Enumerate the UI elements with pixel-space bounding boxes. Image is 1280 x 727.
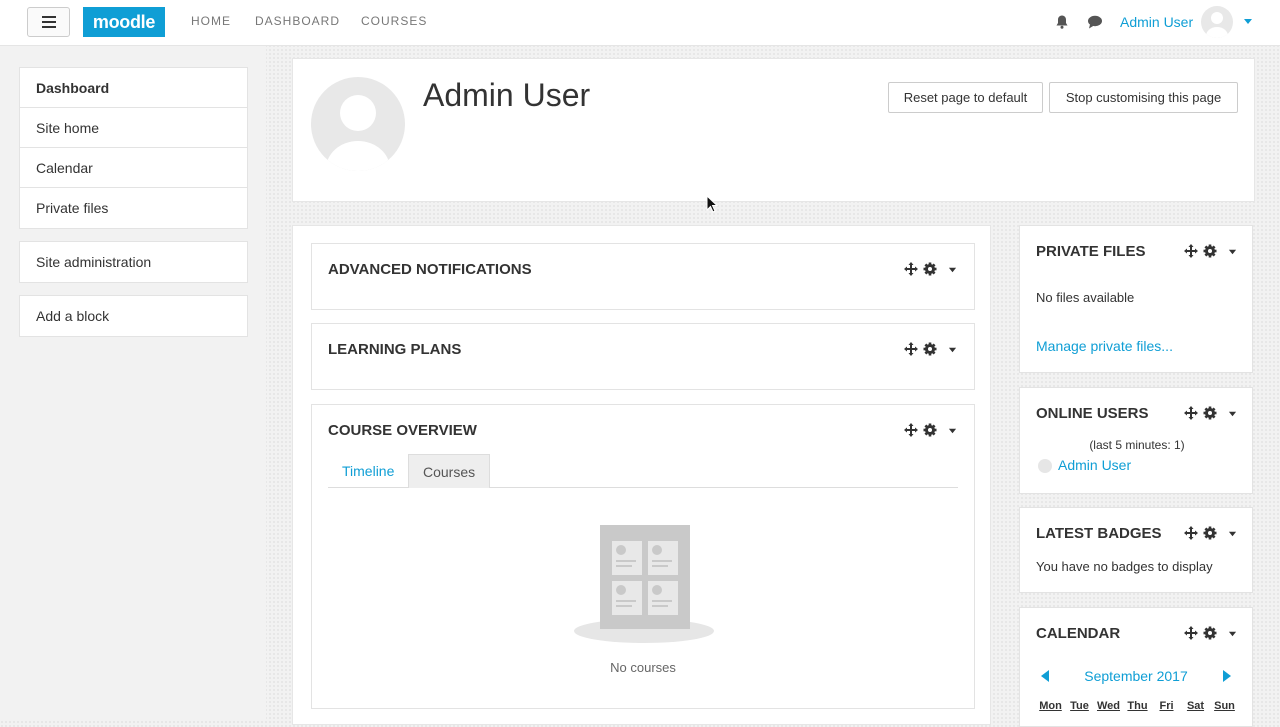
mouse-cursor-icon bbox=[706, 195, 718, 213]
learning-plans-block: LEARNING PLANS bbox=[311, 323, 975, 390]
nav-dashboard-link[interactable]: DASHBOARD bbox=[255, 14, 340, 28]
chevron-down-icon[interactable] bbox=[948, 345, 957, 354]
gear-icon[interactable] bbox=[1203, 626, 1217, 640]
gear-icon[interactable] bbox=[1203, 406, 1217, 420]
no-courses-illustration bbox=[574, 525, 714, 643]
weekday-label: Sun bbox=[1214, 700, 1235, 712]
sidebar-item-dashboard[interactable]: Dashboard bbox=[20, 68, 247, 108]
profile-avatar bbox=[311, 77, 405, 171]
sidebar-item-private-files[interactable]: Private files bbox=[20, 188, 247, 228]
course-overview-tabs: Timeline Courses bbox=[328, 454, 958, 488]
nav-courses-link[interactable]: COURSES bbox=[361, 14, 427, 28]
calendar-month-label[interactable]: September 2017 bbox=[1036, 668, 1236, 684]
nav-home-link[interactable]: HOME bbox=[191, 14, 231, 28]
reset-page-button[interactable]: Reset page to default bbox=[888, 82, 1043, 113]
no-badges-text: You have no badges to display bbox=[1036, 559, 1213, 574]
user-menu-name[interactable]: Admin User bbox=[1120, 14, 1193, 30]
nav-drawer: Dashboard Site home Calendar Private fil… bbox=[0, 46, 266, 720]
drawer-toggle-button[interactable] bbox=[27, 7, 70, 37]
sidebar-item-site-administration[interactable]: Site administration bbox=[20, 242, 247, 282]
move-icon[interactable] bbox=[904, 262, 918, 276]
page-title: Admin User bbox=[423, 77, 591, 113]
gear-icon[interactable] bbox=[1203, 526, 1217, 540]
gear-icon[interactable] bbox=[1203, 244, 1217, 258]
gear-icon[interactable] bbox=[923, 262, 937, 276]
gear-icon[interactable] bbox=[923, 423, 937, 437]
weekday-label: Fri bbox=[1159, 700, 1174, 712]
weekday-label: Tue bbox=[1070, 700, 1089, 712]
weekday-label: Sat bbox=[1186, 700, 1205, 712]
sidebar-item-calendar[interactable]: Calendar bbox=[20, 148, 247, 188]
tab-courses[interactable]: Courses bbox=[408, 454, 491, 488]
move-icon[interactable] bbox=[1184, 406, 1198, 420]
chevron-down-icon[interactable] bbox=[1228, 409, 1237, 418]
move-icon[interactable] bbox=[904, 423, 918, 437]
stop-customising-button[interactable]: Stop customising this page bbox=[1049, 82, 1238, 113]
advanced-notifications-block: ADVANCED NOTIFICATIONS bbox=[311, 243, 975, 310]
weekday-label: Wed bbox=[1096, 700, 1121, 712]
main-block-region: ADVANCED NOTIFICATIONS LEARNING PLANS CO… bbox=[292, 225, 991, 725]
block-controls bbox=[904, 262, 957, 276]
private-files-block: PRIVATE FILES No files available Manage … bbox=[1019, 225, 1253, 373]
drawer-main-group: Dashboard Site home Calendar Private fil… bbox=[19, 67, 248, 229]
calendar-block: CALENDAR September 2017 Mon Tue Wed Thu … bbox=[1019, 607, 1253, 727]
calendar-month-nav: September 2017 bbox=[1036, 668, 1236, 686]
block-title: ONLINE USERS bbox=[1036, 405, 1149, 422]
block-controls bbox=[904, 423, 957, 437]
user-placeholder-icon bbox=[326, 95, 390, 171]
weekday-label: Mon bbox=[1039, 700, 1062, 712]
chevron-down-icon[interactable] bbox=[1228, 629, 1237, 638]
chevron-down-icon[interactable] bbox=[948, 426, 957, 435]
move-icon[interactable] bbox=[1184, 244, 1198, 258]
no-files-text: No files available bbox=[1036, 290, 1135, 305]
bell-icon[interactable] bbox=[1054, 14, 1070, 30]
page-header: Admin User Reset page to default Stop cu… bbox=[292, 58, 1255, 202]
arrow-right-icon[interactable] bbox=[1222, 670, 1232, 682]
sidebar-item-add-block[interactable]: Add a block bbox=[20, 296, 247, 336]
no-courses-text: No courses bbox=[610, 660, 676, 675]
moodle-logo[interactable]: moodle bbox=[83, 7, 165, 37]
hamburger-icon bbox=[41, 16, 56, 18]
tab-timeline[interactable]: Timeline bbox=[328, 454, 408, 488]
user-placeholder-icon bbox=[1206, 12, 1228, 38]
chevron-down-icon[interactable] bbox=[1228, 247, 1237, 256]
block-controls bbox=[904, 342, 957, 356]
online-users-block: ONLINE USERS (last 5 minutes: 1) Admin U… bbox=[1019, 387, 1253, 494]
block-controls bbox=[1184, 626, 1237, 640]
online-user-link[interactable]: Admin User bbox=[1058, 457, 1131, 473]
calendar-weekday-headers: Mon Tue Wed Thu Fri Sat Sun bbox=[1036, 700, 1239, 712]
chat-icon[interactable] bbox=[1087, 14, 1103, 30]
chevron-down-icon[interactable] bbox=[1243, 16, 1253, 26]
block-controls bbox=[1184, 526, 1237, 540]
manage-private-files-link[interactable]: Manage private files... bbox=[1036, 338, 1173, 354]
block-title: CALENDAR bbox=[1036, 625, 1121, 642]
move-icon[interactable] bbox=[904, 342, 918, 356]
move-icon[interactable] bbox=[1184, 626, 1198, 640]
gear-icon[interactable] bbox=[923, 342, 937, 356]
block-title: LEARNING PLANS bbox=[328, 341, 462, 358]
drawer-block-group: Add a block bbox=[19, 295, 248, 337]
move-icon[interactable] bbox=[1184, 526, 1198, 540]
weekday-label: Thu bbox=[1127, 700, 1148, 712]
top-navbar: moodle HOME DASHBOARD COURSES Admin User bbox=[0, 0, 1280, 46]
side-block-region: PRIVATE FILES No files available Manage … bbox=[1019, 225, 1255, 727]
block-title: COURSE OVERVIEW bbox=[328, 422, 477, 439]
avatar[interactable] bbox=[1201, 6, 1233, 38]
avatar bbox=[1038, 459, 1052, 473]
block-title: ADVANCED NOTIFICATIONS bbox=[328, 261, 532, 278]
block-title: PRIVATE FILES bbox=[1036, 243, 1146, 260]
chevron-down-icon[interactable] bbox=[948, 265, 957, 274]
drawer-admin-group: Site administration bbox=[19, 241, 248, 283]
block-controls bbox=[1184, 244, 1237, 258]
chevron-down-icon[interactable] bbox=[1228, 529, 1237, 538]
online-users-summary: (last 5 minutes: 1) bbox=[1089, 438, 1185, 452]
block-title: LATEST BADGES bbox=[1036, 525, 1162, 542]
block-controls bbox=[1184, 406, 1237, 420]
latest-badges-block: LATEST BADGES You have no badges to disp… bbox=[1019, 507, 1253, 593]
sidebar-item-site-home[interactable]: Site home bbox=[20, 108, 247, 148]
course-overview-block: COURSE OVERVIEW Timeline Courses No cour… bbox=[311, 404, 975, 709]
